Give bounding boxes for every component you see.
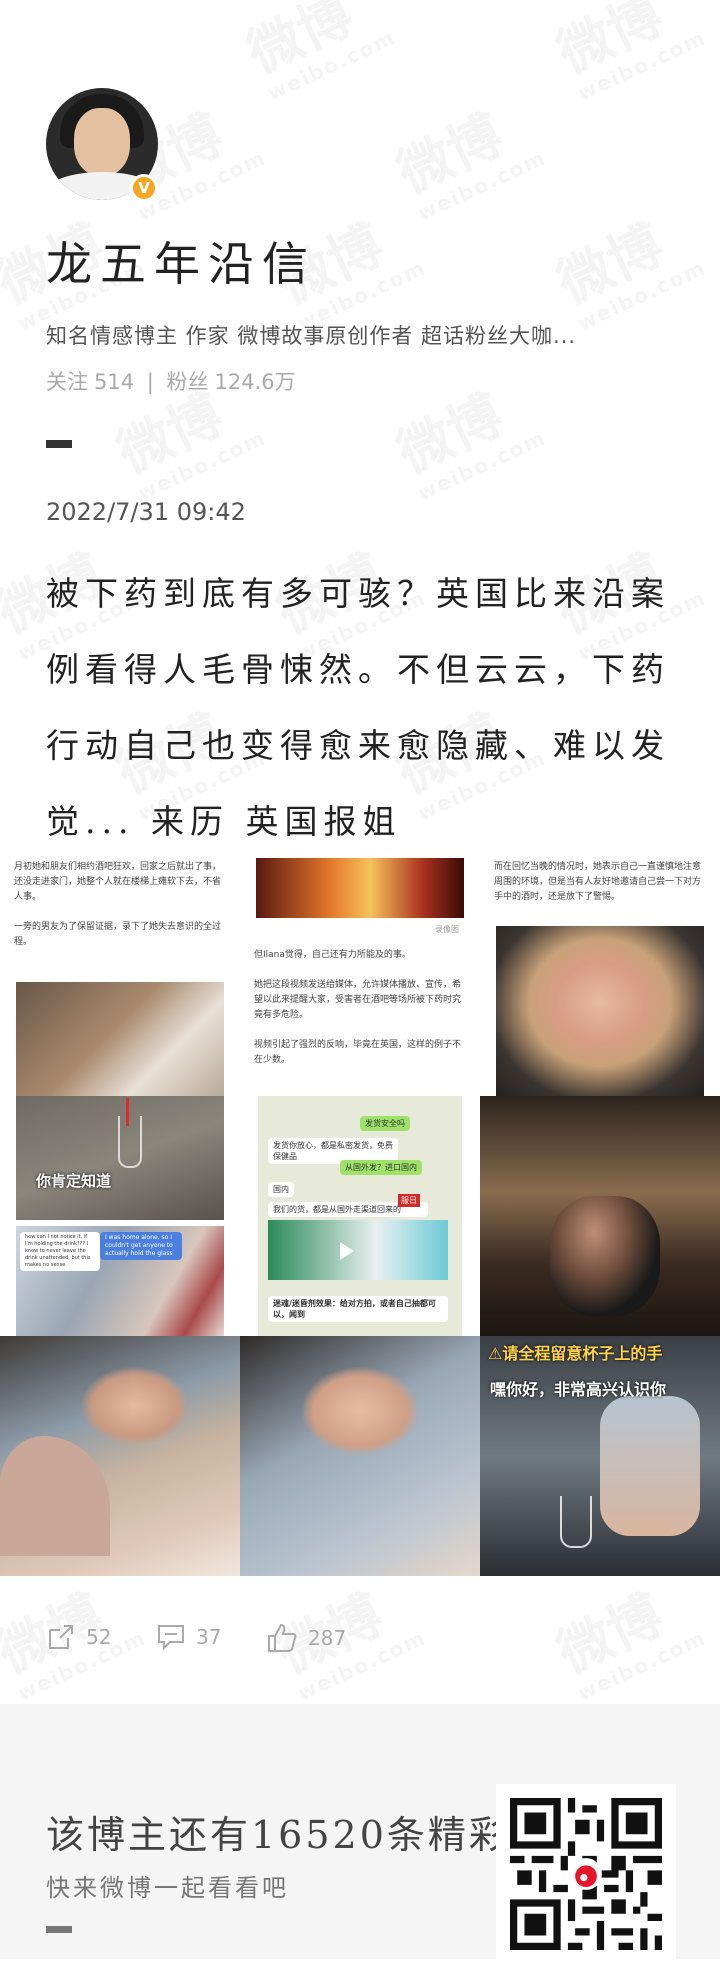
warning-text: 请全程留意杯子上的手	[502, 1344, 663, 1363]
footer-promo: 该博主还有16520条精彩微博 快来微博一起看看吧	[0, 1704, 720, 1964]
post-date: 2022/7/31 09:42	[46, 498, 246, 526]
promo-subtitle: 快来微博一起看看吧	[46, 1874, 289, 1902]
post-image-9[interactable]: ⚠请全程留意杯子上的手 嘿你好，非常高兴认识你	[480, 1336, 720, 1576]
post-image-2[interactable]: 录像图 但Ilana觉得，自己还有力所能及的事。 她把这段视频发送给媒体，允许媒…	[240, 852, 480, 1096]
image-4-left-text: how can I not notice it, if I'm holding …	[20, 1232, 100, 1271]
warning-icon: ⚠	[488, 1344, 503, 1363]
chat-message-4: 国内	[268, 1182, 294, 1197]
post-image-6[interactable]	[480, 1096, 720, 1336]
image-grid: 月初她和朋友们相约酒吧狂欢，回家之后就出了事，还没走进家门，她整个人就在楼梯上瘫…	[0, 852, 720, 1576]
chat-message-3: 从国外发？进口国内	[340, 1160, 422, 1175]
thumbs-up-icon	[268, 1623, 297, 1652]
repost-button[interactable]: 52	[46, 1622, 111, 1652]
chat-message-1: 发货安全吗	[360, 1116, 410, 1131]
profile-stats: 关注 514 | 粉丝 124.6万	[46, 366, 302, 396]
image-7-hands	[80, 1366, 190, 1446]
image-2-text: 但Ilana觉得，自己还有力所能及的事。 她把这段视频发送给媒体，允许媒体播放、…	[240, 940, 480, 1076]
post-text: 被下药到底有多可骇？英国比来沿案例看得人毛骨悚然。不但云云，下药行动自己也变得愈…	[46, 574, 670, 841]
image-5-caption: 迷魂/迷昏剂效果：给对方拍，或者自己抽都可以，闻到	[268, 1296, 448, 1322]
repost-icon	[49, 1625, 73, 1649]
profile-description: 知名情感博主 作家 微博故事原创作者 超话粉丝大咖...	[46, 324, 577, 348]
profile-name[interactable]: 龙五年沿信	[46, 228, 316, 294]
image-1-photo	[16, 982, 224, 1096]
play-icon	[340, 1242, 354, 1260]
post-image-7[interactable]	[0, 1336, 240, 1576]
watermark: 微博weibo.com	[388, 94, 550, 226]
section-divider	[46, 440, 72, 448]
image-8-hands	[300, 1366, 420, 1456]
image-3-text: 而在回忆当晚的情况时，她表示自己一直谨慎地注意周围的环境，但是当有人友好地邀请自…	[480, 852, 720, 920]
qr-code-icon	[510, 1798, 662, 1950]
footer-divider	[46, 1926, 72, 1933]
verified-badge-icon: V	[130, 174, 158, 202]
stats-divider: |	[146, 370, 154, 394]
image-9-subtitle: 嘿你好，非常高兴认识你	[490, 1380, 667, 1399]
repost-count: 52	[86, 1625, 112, 1649]
comment-button[interactable]: 37	[156, 1622, 221, 1652]
qr-code[interactable]	[496, 1784, 676, 1964]
fans-count[interactable]: 124.6万	[215, 370, 296, 394]
post-actions: 52 37 287	[46, 1622, 686, 1658]
follow-count[interactable]: 514	[94, 370, 134, 394]
watermark: 微博weibo.com	[548, 204, 710, 336]
post-image-3[interactable]: 而在回忆当晚的情况时，她表示自己一直谨慎地注意周围的环境，但是当有人友好地邀请自…	[480, 852, 720, 1096]
glass-icon	[560, 1496, 592, 1548]
comment-count: 37	[196, 1625, 222, 1649]
watermark: 微博weibo.com	[238, 0, 400, 106]
post-image-4[interactable]: 你肯定知道 how can I not notice it, if I'm ho…	[0, 1096, 240, 1336]
image-2-photo	[256, 858, 464, 918]
red-arrow-icon	[126, 1098, 129, 1126]
image-4-caption: 你肯定知道	[36, 1172, 112, 1190]
image-5-tag: 服日	[398, 1194, 420, 1207]
image-6-figure	[550, 1196, 660, 1316]
like-count: 287	[308, 1626, 347, 1650]
image-1-text: 月初她和朋友们相约酒吧狂欢，回家之后就出了事，还没走进家门，她整个人就在楼梯上瘫…	[0, 852, 240, 972]
image-9-figure	[600, 1396, 700, 1536]
warning-caption: ⚠请全程留意杯子上的手	[488, 1340, 662, 1364]
watermark: 微博weibo.com	[388, 374, 550, 506]
glass-icon	[118, 1116, 142, 1168]
post-image-1[interactable]: 月初她和朋友们相约酒吧狂欢，回家之后就出了事，还没走进家门，她整个人就在楼梯上瘫…	[0, 852, 240, 1096]
avatar-face	[74, 108, 130, 176]
post-image-5[interactable]: 发货安全吗 发货你放心，都是私密发货，免费保健品 从国外发？进口国内 国内 我们…	[240, 1096, 480, 1336]
image-7-sleeve	[0, 1436, 110, 1556]
image-2-caption: 录像图	[435, 925, 459, 934]
post-image-8[interactable]	[240, 1336, 480, 1576]
watermark: 微博weibo.com	[548, 0, 710, 106]
comment-icon	[158, 1625, 184, 1651]
follow-label[interactable]: 关注	[46, 370, 88, 394]
fans-label[interactable]: 粉丝	[167, 370, 209, 394]
image-3-photo	[496, 926, 704, 1096]
image-5-video	[268, 1220, 448, 1280]
image-4-right-text: I was home alone, so I couldn't get anyo…	[100, 1232, 182, 1260]
like-button[interactable]: 287	[266, 1622, 346, 1654]
